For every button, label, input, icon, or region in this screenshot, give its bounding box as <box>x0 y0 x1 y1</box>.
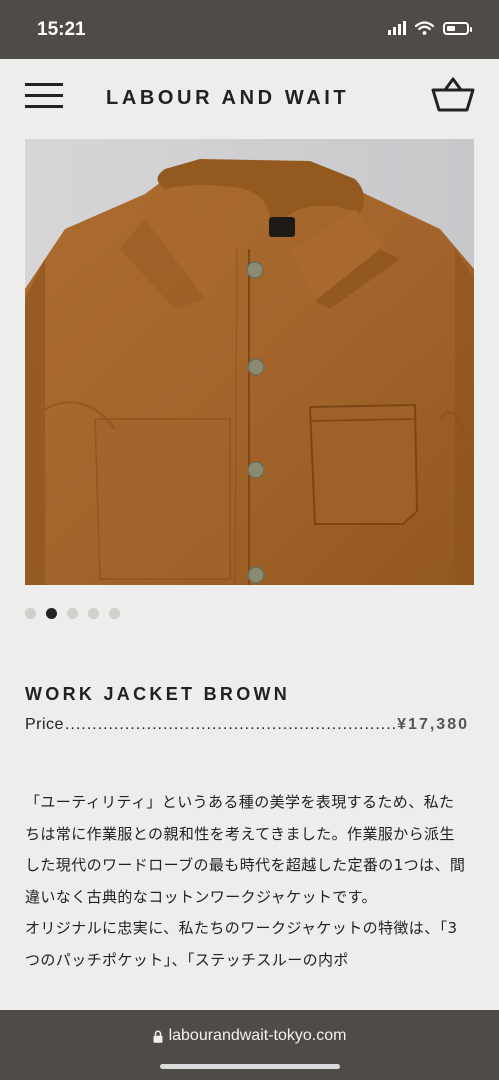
lock-icon <box>153 1030 163 1043</box>
status-bar: 15:21 <box>0 0 499 59</box>
carousel-dot[interactable] <box>67 608 78 619</box>
product-image[interactable] <box>25 139 474 585</box>
hamburger-menu-icon[interactable] <box>25 81 63 109</box>
status-time: 15:21 <box>37 19 86 40</box>
carousel-dot[interactable] <box>109 608 120 619</box>
price-label: Price <box>25 716 64 733</box>
cellular-signal-icon <box>388 21 406 35</box>
carousel-dot[interactable] <box>46 608 57 619</box>
product-description: 「ユーティリティ」というある種の美学を表現するため、私たちは常に作業服との親和性… <box>25 787 469 976</box>
home-indicator[interactable] <box>160 1064 340 1069</box>
carousel-dot[interactable] <box>25 608 36 619</box>
carousel-pagination <box>25 608 120 619</box>
carousel-dot[interactable] <box>88 608 99 619</box>
battery-icon <box>443 21 472 35</box>
status-icons <box>388 21 472 35</box>
brown-work-jacket-photo <box>25 139 474 585</box>
wifi-icon <box>415 21 434 35</box>
price-value: ¥17,380 <box>397 716 469 733</box>
description-paragraph: 「ユーティリティ」というある種の美学を表現するため、私たちは常に作業服との親和性… <box>25 793 466 906</box>
description-paragraph: オリジナルに忠実に、私たちのワークジャケットの特徴は、「3つのパッチポケット」、… <box>25 919 458 969</box>
shopping-basket-icon[interactable] <box>431 75 475 113</box>
brand-logo[interactable]: LABOUR AND WAIT <box>106 87 349 110</box>
product-title: WORK JACKET BROWN <box>25 684 291 704</box>
url-text: labourandwait-tokyo.com <box>168 1027 347 1044</box>
site-header: LABOUR AND WAIT <box>0 59 499 137</box>
price-row: Price ..................................… <box>25 716 469 734</box>
price-leader: ........................................… <box>64 716 396 733</box>
url-display[interactable]: labourandwait-tokyo.com <box>0 1027 499 1045</box>
browser-url-bar[interactable]: labourandwait-tokyo.com <box>0 1010 499 1080</box>
